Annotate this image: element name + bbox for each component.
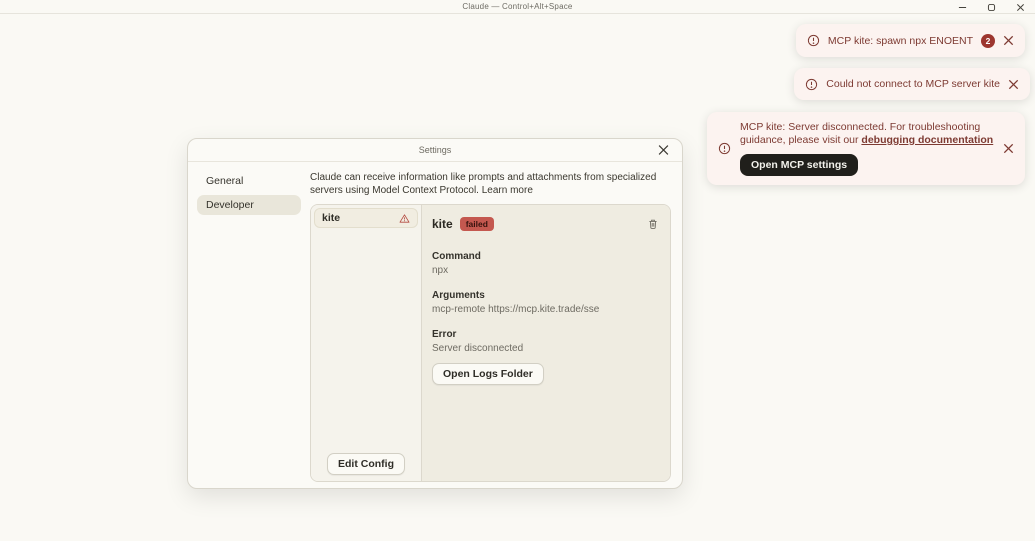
error-value: Server disconnected [432, 343, 524, 354]
alert-circle-icon [805, 78, 818, 91]
command-label: Command [432, 251, 481, 262]
settings-sidebar: General Developer [188, 162, 310, 488]
toast-message: Could not connect to MCP server kite [826, 78, 1000, 90]
error-section: Error Server disconnected [432, 329, 660, 354]
titlebar: Claude — Control+Alt+Space [0, 0, 1035, 14]
server-detail-header: kite failed [432, 217, 660, 231]
alert-circle-icon [807, 34, 820, 47]
window-title: Claude — Control+Alt+Space [462, 2, 573, 11]
toast-body: MCP kite: Server disconnected. For troub… [740, 121, 994, 176]
toast-message: MCP kite: spawn npx ENOENT [827, 34, 973, 47]
close-icon[interactable] [658, 145, 669, 156]
close-icon[interactable] [1008, 79, 1019, 90]
restore-icon[interactable] [987, 3, 996, 12]
settings-dialog-body: General Developer Claude can receive inf… [188, 162, 682, 488]
status-badge: failed [459, 217, 494, 231]
server-detail: kite failed Command npx Arguments mcp-re… [422, 205, 670, 481]
trash-icon[interactable] [647, 218, 659, 230]
app-window: Claude — Control+Alt+Space MCP kite: spa… [0, 0, 1035, 541]
debugging-documentation-link[interactable]: debugging documentation [861, 134, 993, 146]
toast-connect-error: Could not connect to MCP server kite [794, 68, 1030, 100]
sidebar-item-general[interactable]: General [197, 171, 301, 191]
command-section: Command npx [432, 251, 660, 276]
settings-title: Settings [418, 145, 452, 155]
server-list-item-kite[interactable]: kite [314, 208, 418, 228]
open-mcp-settings-button[interactable]: Open MCP settings [740, 154, 859, 176]
close-icon[interactable] [1003, 143, 1014, 154]
mcp-servers-panel: kite Edit Config kite failed Command npx… [310, 204, 671, 482]
arguments-section: Arguments mcp-remote https://mcp.kite.tr… [432, 290, 660, 315]
server-name: kite [322, 212, 341, 224]
toast-spawn-error: MCP kite: spawn npx ENOENT 2 [795, 24, 1025, 57]
close-icon[interactable] [1003, 35, 1014, 46]
window-controls [958, 0, 1025, 14]
developer-settings-content: Claude can receive information like prom… [310, 162, 684, 488]
mcp-description: Claude can receive information like prom… [310, 171, 670, 197]
edit-config-container: Edit Config [311, 453, 421, 475]
edit-config-button[interactable]: Edit Config [327, 453, 405, 475]
sidebar-item-developer[interactable]: Developer [197, 195, 301, 215]
toast-count-badge: 2 [981, 33, 995, 48]
error-label: Error [432, 329, 457, 340]
warning-triangle-icon [399, 213, 410, 224]
toast-message: MCP kite: Server disconnected. For troub… [740, 121, 994, 147]
command-value: npx [432, 265, 449, 276]
server-list: kite Edit Config [311, 205, 422, 481]
arguments-label: Arguments [432, 290, 485, 301]
settings-dialog-header: Settings [188, 139, 682, 162]
settings-dialog: Settings General Developer Claude can re… [187, 138, 683, 489]
minimize-icon[interactable] [958, 3, 967, 12]
learn-more-link[interactable]: Learn more [482, 185, 533, 196]
open-logs-folder-button[interactable]: Open Logs Folder [432, 363, 544, 385]
alert-circle-icon [718, 142, 731, 155]
arguments-value: mcp-remote https://mcp.kite.trade/sse [432, 304, 600, 315]
toast-server-disconnected: MCP kite: Server disconnected. For troub… [707, 112, 1025, 185]
server-detail-name: kite [432, 217, 453, 231]
close-window-icon[interactable] [1016, 3, 1025, 12]
